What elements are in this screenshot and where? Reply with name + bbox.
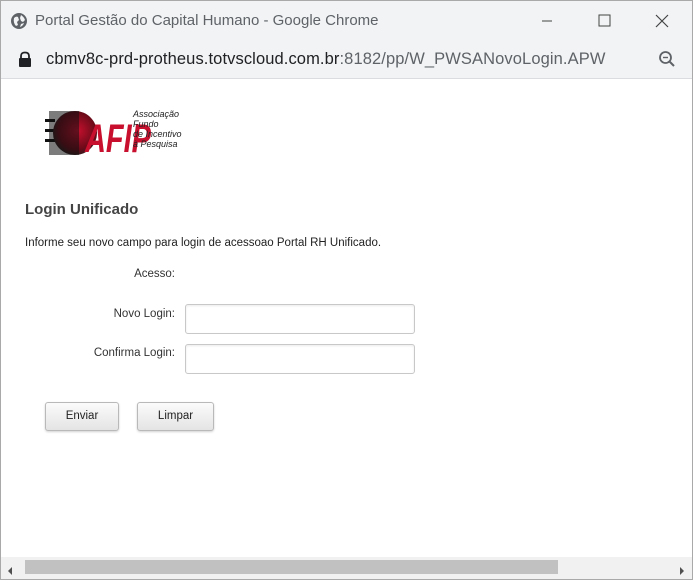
scroll-right-arrow-icon[interactable] [677,563,687,575]
page-title: Login Unificado [25,201,139,218]
title-bar: Portal Gestão do Capital Humano - Google… [1,1,692,41]
url-text[interactable]: cbmv8c-prd-protheus.totvscloud.com.br:81… [46,50,606,69]
minimize-button[interactable] [532,9,562,33]
scrollbar-thumb[interactable] [25,560,558,574]
afip-logo: AFIP [45,107,217,161]
page-content: AFIP Associação Fundo de Incentivo à Pes… [1,79,692,556]
url-host: cbmv8c-prd-protheus.totvscloud.com.br [46,50,340,68]
url-path: :8182/pp/W_PWSANovoLogin.APW [339,50,606,68]
logo-caption: Associação Fundo de Incentivo à Pesquisa [133,109,182,149]
close-button[interactable] [647,9,677,33]
zoom-icon[interactable] [658,50,676,68]
maximize-button[interactable] [589,9,619,33]
acesso-label: Acesso: [134,268,175,280]
novo-login-input[interactable] [185,304,415,334]
confirma-login-label: Confirma Login: [93,347,175,359]
logo-line-2: Fundo [133,119,159,129]
browser-window: Portal Gestão do Capital Humano - Google… [0,0,693,580]
novo-login-label: Novo Login: [113,308,175,320]
logo-line-4: à Pesquisa [133,139,178,149]
window-title: Portal Gestão do Capital Humano - Google… [35,12,379,29]
scroll-left-arrow-icon[interactable] [5,563,15,575]
confirma-login-input[interactable] [185,344,415,374]
logo-line-1: Associação [133,109,180,119]
globe-icon [10,12,28,30]
intro-text: Informe seu novo campo para login de ace… [25,237,382,249]
address-bar[interactable]: cbmv8c-prd-protheus.totvscloud.com.br:81… [1,41,692,79]
logo-line-3: de Incentivo [133,129,182,139]
enviar-button[interactable]: Enviar [45,402,119,431]
horizontal-scrollbar[interactable] [1,557,692,579]
limpar-button[interactable]: Limpar [137,402,214,431]
lock-icon[interactable] [18,51,32,68]
